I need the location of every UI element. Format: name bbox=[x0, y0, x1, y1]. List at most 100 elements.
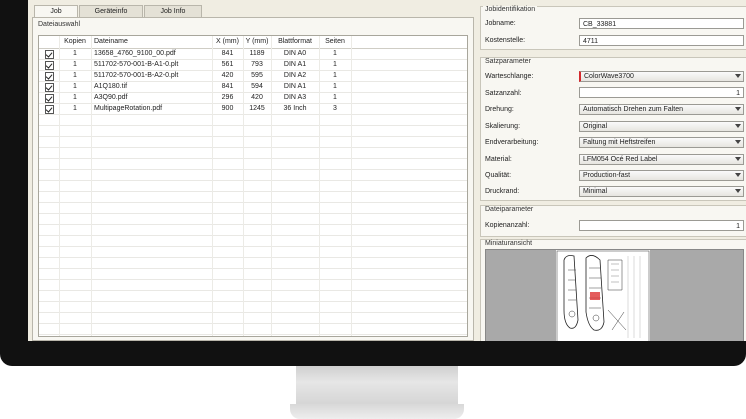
skalierung-label: Skalierung: bbox=[485, 123, 521, 130]
header-kopien[interactable]: Kopien bbox=[59, 36, 91, 48]
header-x[interactable]: X (mm) bbox=[212, 36, 243, 48]
cell-kopien: 1 bbox=[73, 105, 77, 112]
row-checkbox[interactable] bbox=[44, 61, 54, 70]
jobidentifikation-group: Jobidentifikation Jobname: CB_33881 Kost… bbox=[480, 6, 746, 50]
satzanzahl-field[interactable]: 1 bbox=[579, 87, 744, 98]
empty-row bbox=[39, 214, 467, 225]
cell-y: 1189 bbox=[249, 50, 265, 57]
empty-row bbox=[39, 269, 467, 280]
satzparameter-group: Satzparameter Warteschlange: ColorWave37… bbox=[480, 57, 746, 201]
dateiparameter-title: Dateiparameter bbox=[483, 206, 536, 213]
drehung-dropdown[interactable]: Automatisch Drehen zum Falten bbox=[579, 104, 744, 115]
checkbox-cell bbox=[39, 71, 59, 81]
warteschlange-label: Warteschlange: bbox=[485, 73, 534, 80]
empty-row bbox=[39, 247, 467, 258]
endverarbeitung-dropdown[interactable]: Faltung mit Heftstreifen bbox=[579, 137, 744, 148]
empty-row bbox=[39, 170, 467, 181]
jobname-field[interactable]: CB_33881 bbox=[579, 18, 744, 29]
tab-geraeteinfo[interactable]: Geräteinfo bbox=[79, 5, 143, 17]
chevron-down-icon bbox=[735, 107, 741, 111]
dateiauswahl-title: Dateiauswahl bbox=[36, 21, 83, 28]
job-tab-panel: Dateiauswahl Kopien Dateiname X (mm) Y (… bbox=[32, 17, 474, 341]
cell-y: 420 bbox=[251, 94, 263, 101]
table-row[interactable]: 1 A1Q180.tif 841 594 DIN A1 1 bbox=[39, 82, 467, 93]
checkbox-cell bbox=[39, 82, 59, 92]
empty-row bbox=[39, 280, 467, 291]
chevron-down-icon bbox=[735, 124, 741, 128]
material-dropdown[interactable]: LFM054 Océ Red Label bbox=[579, 154, 744, 165]
kopienanzahl-field[interactable]: 1 bbox=[579, 220, 744, 231]
cell-y: 1245 bbox=[249, 105, 265, 112]
miniaturansicht-title: Miniaturansicht bbox=[483, 240, 535, 247]
cell-dateiname: 511702-570-001-B-A1-0.plt bbox=[94, 61, 179, 68]
cell-dateiname: A3Q90.pdf bbox=[94, 94, 128, 101]
jobidentifikation-title: Jobidentifikation bbox=[483, 6, 538, 13]
cell-dateiname: 511702-570-001-B-A2-0.plt bbox=[94, 72, 179, 79]
cell-blattformat: DIN A2 bbox=[283, 72, 307, 79]
chevron-down-icon bbox=[735, 173, 741, 177]
druckrand-dropdown[interactable]: Minimal bbox=[579, 186, 744, 197]
cell-blattformat: DIN A1 bbox=[283, 83, 307, 90]
cell-seiten: 1 bbox=[333, 50, 337, 57]
cell-x: 841 bbox=[221, 83, 234, 90]
column-divider bbox=[271, 36, 272, 336]
empty-row bbox=[39, 291, 467, 302]
application-window: Job Geräteinfo Job Info Dateiauswahl Kop… bbox=[28, 0, 746, 341]
empty-row bbox=[39, 335, 467, 336]
qualitaet-value: Production-fast bbox=[583, 172, 631, 179]
empty-row bbox=[39, 236, 467, 247]
qualitaet-label: Qualität: bbox=[485, 172, 512, 179]
cell-blattformat: DIN A1 bbox=[283, 61, 307, 68]
cell-seiten: 3 bbox=[333, 105, 337, 112]
chevron-down-icon bbox=[735, 157, 741, 161]
cell-kopien: 1 bbox=[73, 72, 77, 79]
cell-kopien: 1 bbox=[73, 61, 77, 68]
table-row[interactable]: 1 511702-570-001-B-A2-0.plt 420 595 DIN … bbox=[39, 71, 467, 82]
tab-job-info[interactable]: Job Info bbox=[144, 5, 202, 17]
skalierung-dropdown[interactable]: Original bbox=[579, 121, 744, 132]
empty-row bbox=[39, 159, 467, 170]
empty-row bbox=[39, 258, 467, 269]
cell-blattformat: DIN A0 bbox=[283, 50, 307, 57]
cell-kopien: 1 bbox=[73, 83, 77, 90]
cell-seiten: 1 bbox=[333, 61, 337, 68]
row-checkbox[interactable] bbox=[44, 94, 54, 103]
row-checkbox[interactable] bbox=[44, 83, 54, 92]
empty-row bbox=[39, 225, 467, 236]
row-checkbox[interactable] bbox=[44, 72, 54, 81]
header-seiten[interactable]: Seiten bbox=[319, 36, 351, 48]
cell-dateiname: A1Q180.tif bbox=[94, 83, 128, 90]
empty-row bbox=[39, 148, 467, 159]
chevron-down-icon bbox=[735, 189, 741, 193]
table-row[interactable]: 1 13658_4760_9100_00.pdf 841 1189 DIN A0… bbox=[39, 49, 467, 60]
drehung-value: Automatisch Drehen zum Falten bbox=[583, 106, 683, 113]
warteschlange-value: ColorWave3700 bbox=[584, 73, 634, 80]
warteschlange-dropdown[interactable]: ColorWave3700 bbox=[579, 71, 744, 82]
empty-row bbox=[39, 137, 467, 148]
checkbox-cell bbox=[39, 93, 59, 103]
list-header: Kopien Dateiname X (mm) Y (mm) Blattform… bbox=[39, 36, 467, 49]
cell-kopien: 1 bbox=[73, 50, 77, 57]
table-row[interactable]: 1 A3Q90.pdf 296 420 DIN A3 1 bbox=[39, 93, 467, 104]
cell-seiten: 1 bbox=[333, 94, 337, 101]
empty-row bbox=[39, 115, 467, 126]
cell-y: 595 bbox=[251, 72, 263, 79]
row-checkbox[interactable] bbox=[44, 105, 54, 114]
kostenstelle-field[interactable]: 4711 bbox=[579, 35, 744, 46]
cell-y: 594 bbox=[251, 83, 263, 90]
monitor-stand-base bbox=[290, 404, 464, 419]
header-blattformat[interactable]: Blattformat bbox=[271, 36, 319, 48]
file-list[interactable]: Kopien Dateiname X (mm) Y (mm) Blattform… bbox=[38, 35, 468, 337]
checkbox-cell bbox=[39, 104, 59, 114]
cell-y: 793 bbox=[251, 61, 263, 68]
row-checkbox[interactable] bbox=[44, 50, 54, 59]
header-y[interactable]: Y (mm) bbox=[243, 36, 271, 48]
table-row[interactable]: 1 MultipageRotation.pdf 900 1245 36 Inch… bbox=[39, 104, 467, 115]
empty-row bbox=[39, 192, 467, 203]
header-dateiname[interactable]: Dateiname bbox=[91, 36, 212, 48]
cell-kopien: 1 bbox=[73, 94, 77, 101]
material-label: Material: bbox=[485, 156, 512, 163]
empty-row bbox=[39, 126, 467, 137]
table-row[interactable]: 1 511702-570-001-B-A1-0.plt 561 793 DIN … bbox=[39, 60, 467, 71]
qualitaet-dropdown[interactable]: Production-fast bbox=[579, 170, 744, 181]
